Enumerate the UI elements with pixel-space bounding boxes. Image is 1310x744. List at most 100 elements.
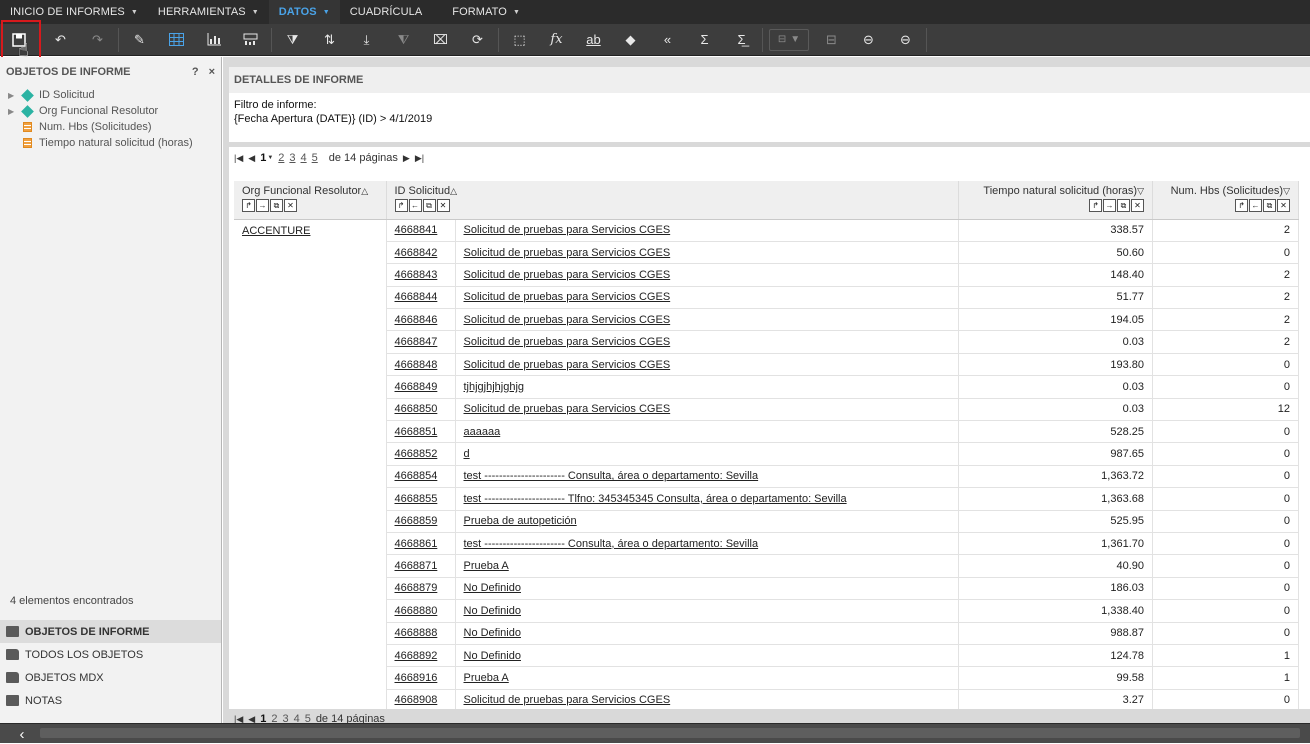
desc-link[interactable]: test ---------------------- Consulta, ár… bbox=[464, 538, 759, 550]
desc-link[interactable]: Prueba de autopetición bbox=[464, 515, 577, 527]
desc-link[interactable]: No Definido bbox=[464, 627, 521, 639]
pivot-icon[interactable]: ↱ bbox=[1089, 199, 1102, 212]
nav-notas[interactable]: NOTAS bbox=[0, 689, 221, 712]
tree-item-org-funcional[interactable]: ▶ Org Funcional Resolutor bbox=[0, 103, 221, 119]
filter-icon[interactable]: ⧩ bbox=[274, 24, 311, 56]
sum-rows-icon[interactable]: Σ̲ bbox=[723, 24, 760, 56]
id-link[interactable]: 4668916 bbox=[395, 672, 438, 684]
tree-item-num-hbs[interactable]: Num. Hbs (Solicitudes) bbox=[0, 119, 221, 135]
menu-formato[interactable]: FORMATO ▼ bbox=[442, 0, 530, 24]
pivot-icon[interactable]: ↱ bbox=[394, 199, 408, 212]
page-link[interactable]: 4 bbox=[301, 152, 307, 164]
desc-link[interactable]: Solicitud de pruebas para Servicios CGES bbox=[464, 403, 671, 415]
desc-link[interactable]: Solicitud de pruebas para Servicios CGES bbox=[464, 224, 671, 236]
help-icon[interactable]: ? bbox=[192, 66, 199, 78]
desc-link[interactable]: Solicitud de pruebas para Servicios CGES bbox=[464, 694, 671, 706]
grid-icon[interactable] bbox=[158, 24, 195, 56]
edit-column-icon[interactable]: ⬚ bbox=[501, 24, 538, 56]
desc-link[interactable]: Solicitud de pruebas para Servicios CGES bbox=[464, 336, 671, 348]
menu-herramientas[interactable]: HERRAMIENTAS ▼ bbox=[148, 0, 269, 24]
nav-todos-los-objetos[interactable]: TODOS LOS OBJETOS bbox=[0, 643, 221, 666]
id-link[interactable]: 4668892 bbox=[395, 650, 438, 662]
sum-icon[interactable]: Σ bbox=[686, 24, 723, 56]
swap-columns-icon[interactable]: ⧉ bbox=[422, 199, 436, 212]
group-dropdown-icon[interactable]: ⊟ ▼ bbox=[769, 28, 809, 51]
undo-icon[interactable]: ↶ bbox=[42, 24, 79, 56]
chart-icon[interactable] bbox=[195, 24, 232, 56]
horizontal-scrollbar[interactable] bbox=[40, 728, 1300, 738]
id-link[interactable]: 4668850 bbox=[395, 403, 438, 415]
nav-objetos-mdx[interactable]: OBJETOS MDX bbox=[0, 666, 221, 689]
menu-cuadricula[interactable]: CUADRÍCULA bbox=[340, 0, 433, 24]
next-group-icon[interactable]: ⊖ bbox=[887, 24, 924, 56]
sort-desc-icon[interactable]: ▽ bbox=[1283, 186, 1290, 196]
collapse-icon[interactable]: « bbox=[649, 24, 686, 56]
expand-arrow-icon[interactable]: ▶ bbox=[8, 91, 16, 100]
id-link[interactable]: 4668848 bbox=[395, 359, 438, 371]
function-icon[interactable]: fx bbox=[538, 24, 575, 56]
swap-columns-icon[interactable]: ⧉ bbox=[1117, 199, 1130, 212]
id-link[interactable]: 4668842 bbox=[395, 247, 438, 259]
next-page-icon[interactable]: ▶ bbox=[403, 153, 410, 164]
id-link[interactable]: 4668861 bbox=[395, 538, 438, 550]
grid-chart-icon[interactable] bbox=[232, 24, 269, 56]
id-link[interactable]: 4668855 bbox=[395, 493, 438, 505]
id-link[interactable]: 4668844 bbox=[395, 291, 438, 303]
pivot-icon[interactable]: ↱ bbox=[242, 199, 255, 212]
pivot-icon[interactable]: ↱ bbox=[1235, 199, 1248, 212]
id-link[interactable]: 4668843 bbox=[395, 269, 438, 281]
desc-link[interactable]: aaaaaa bbox=[464, 426, 501, 438]
collapse-panel-icon[interactable]: ‹ bbox=[10, 724, 34, 744]
swap-columns-icon[interactable]: ⧉ bbox=[1263, 199, 1276, 212]
desc-link[interactable]: tjhjgjhjhjghjg bbox=[464, 381, 525, 393]
menu-inicio-de-informes[interactable]: INICIO DE INFORMES ▼ bbox=[0, 0, 148, 24]
move-left-icon[interactable]: ← bbox=[408, 199, 422, 212]
desc-link[interactable]: Prueba A bbox=[464, 672, 509, 684]
sort-asc-icon[interactable]: △ bbox=[450, 186, 457, 196]
group-link[interactable]: ACCENTURE bbox=[242, 225, 310, 237]
move-right-icon[interactable]: → bbox=[1103, 199, 1116, 212]
id-link[interactable]: 4668859 bbox=[395, 515, 438, 527]
page-dropdown-icon[interactable]: ▼ bbox=[267, 155, 273, 161]
id-link[interactable]: 4668851 bbox=[395, 426, 438, 438]
close-icon[interactable]: × bbox=[209, 66, 215, 78]
id-link[interactable]: 4668880 bbox=[395, 605, 438, 617]
move-left-icon[interactable]: ← bbox=[1249, 199, 1262, 212]
id-link[interactable]: 4668846 bbox=[395, 314, 438, 326]
page-link[interactable]: 5 bbox=[312, 152, 318, 164]
page-link[interactable]: 2 bbox=[278, 152, 284, 164]
id-link[interactable]: 4668871 bbox=[395, 560, 438, 572]
desc-link[interactable]: Solicitud de pruebas para Servicios CGES bbox=[464, 359, 671, 371]
id-link[interactable]: 4668847 bbox=[395, 336, 438, 348]
last-page-icon[interactable]: ▶| bbox=[415, 153, 424, 164]
desc-link[interactable]: test ---------------------- Consulta, ár… bbox=[464, 470, 759, 482]
rename-icon[interactable]: ab bbox=[575, 24, 612, 56]
remove-icon[interactable]: ⌧ bbox=[422, 24, 459, 56]
header-tiempo[interactable]: Tiempo natural solicitud (horas)▽ ↱ → ⧉ ✕ bbox=[958, 181, 1153, 220]
id-link[interactable]: 4668841 bbox=[395, 224, 438, 236]
pencil-icon[interactable]: ✎ bbox=[121, 24, 158, 56]
remove-column-icon[interactable]: ✕ bbox=[1277, 199, 1290, 212]
nav-objetos-de-informe[interactable]: OBJETOS DE INFORME bbox=[0, 620, 221, 643]
desc-link[interactable]: Solicitud de pruebas para Servicios CGES bbox=[464, 291, 671, 303]
clear-filter-icon[interactable]: ⧨ bbox=[385, 24, 422, 56]
desc-link[interactable]: test ---------------------- Tlfno: 34534… bbox=[464, 493, 847, 505]
id-link[interactable]: 4668849 bbox=[395, 381, 438, 393]
drill-icon[interactable]: ⤓ bbox=[348, 24, 385, 56]
desc-link[interactable]: No Definido bbox=[464, 605, 521, 617]
move-right-icon[interactable]: → bbox=[256, 199, 269, 212]
remove-column-icon[interactable]: ✕ bbox=[284, 199, 297, 212]
current-page[interactable]: 1 bbox=[260, 152, 266, 164]
id-link[interactable]: 4668908 bbox=[395, 694, 438, 706]
desc-link[interactable]: Solicitud de pruebas para Servicios CGES bbox=[464, 314, 671, 326]
back-icon[interactable]: ◆ bbox=[612, 24, 649, 56]
prev-page-icon[interactable]: ◀ bbox=[248, 153, 255, 164]
desc-link[interactable]: Solicitud de pruebas para Servicios CGES bbox=[464, 269, 671, 281]
menu-datos[interactable]: DATOS ▼ bbox=[268, 0, 340, 24]
id-link[interactable]: 4668852 bbox=[395, 448, 438, 460]
sort-asc-icon[interactable]: △ bbox=[361, 186, 368, 196]
tree-item-id-solicitud[interactable]: ▶ ID Solicitud bbox=[0, 87, 221, 103]
swap-columns-icon[interactable]: ⧉ bbox=[270, 199, 283, 212]
header-id[interactable]: ID Solicitud△ ↱ ← ⧉ ✕ bbox=[386, 181, 959, 220]
redo-icon[interactable]: ↷ bbox=[79, 24, 116, 56]
